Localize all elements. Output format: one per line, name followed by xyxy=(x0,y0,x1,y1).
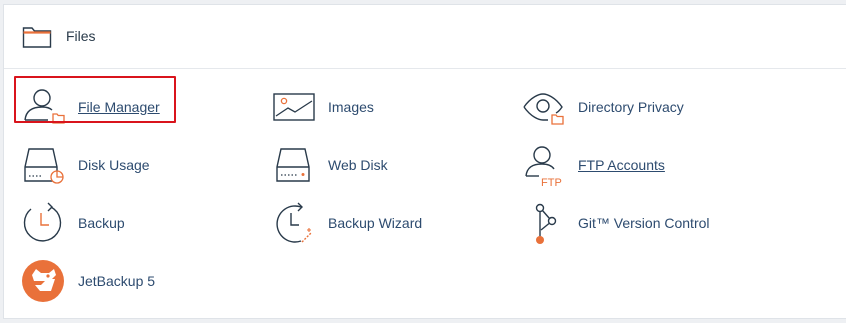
backup-link[interactable]: Backup xyxy=(21,201,161,245)
backup-label: Backup xyxy=(78,215,125,231)
file-manager-highlight xyxy=(14,76,176,123)
disk-usage-label: Disk Usage xyxy=(78,157,150,173)
folder-icon xyxy=(22,27,52,48)
user-ftp-icon: FTP xyxy=(525,146,562,187)
directory-privacy-label: Directory Privacy xyxy=(578,99,684,115)
clock-wand-icon xyxy=(276,202,312,243)
clock-backup-icon xyxy=(23,202,62,242)
ftp-accounts-link[interactable]: FTP FTP Accounts xyxy=(521,143,691,187)
ftp-accounts-label: FTP Accounts xyxy=(578,157,665,173)
files-panel: Files File Manager Images Directory Priv… xyxy=(3,4,846,319)
svg-text:FTP: FTP xyxy=(541,177,562,187)
panel-header: Files xyxy=(4,5,846,69)
jetbackup-link[interactable]: JetBackup 5 xyxy=(21,259,171,303)
backup-wizard-link[interactable]: Backup Wizard xyxy=(271,201,441,245)
hard-drive-icon xyxy=(276,148,310,182)
images-link[interactable]: Images xyxy=(271,85,411,129)
disk-pie-icon xyxy=(24,148,64,184)
web-disk-label: Web Disk xyxy=(328,157,388,173)
images-label: Images xyxy=(328,99,374,115)
jetbackup-label: JetBackup 5 xyxy=(78,273,156,289)
backup-wizard-label: Backup Wizard xyxy=(328,215,423,231)
directory-privacy-link[interactable]: Directory Privacy xyxy=(521,85,721,129)
image-icon xyxy=(273,93,315,121)
section-title: Files xyxy=(66,28,96,44)
web-disk-link[interactable]: Web Disk xyxy=(271,143,411,187)
eye-folder-icon xyxy=(523,93,564,125)
git-branch-icon xyxy=(535,203,557,244)
jetbackup-logo-icon xyxy=(22,260,64,302)
disk-usage-link[interactable]: Disk Usage xyxy=(21,143,181,187)
git-version-control-link[interactable]: Git™ Version Control xyxy=(521,201,731,245)
git-version-control-label: Git™ Version Control xyxy=(578,215,710,231)
